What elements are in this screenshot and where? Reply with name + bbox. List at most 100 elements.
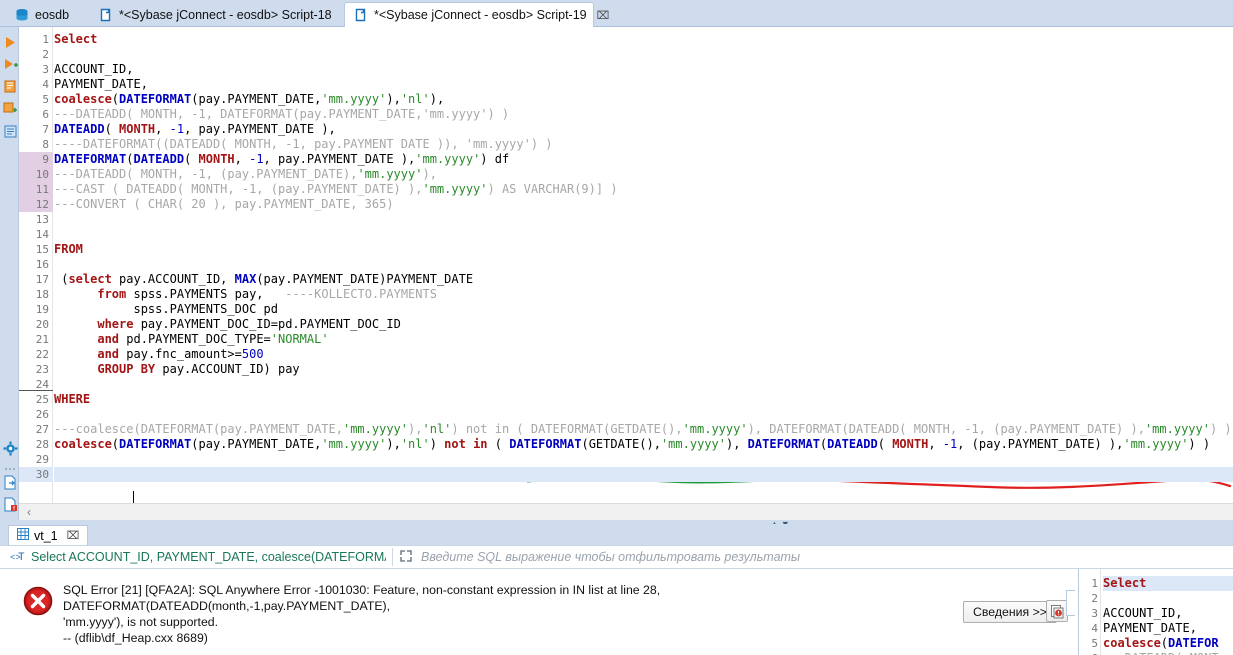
code-token: ( xyxy=(487,437,510,451)
editor-tab-2[interactable]: *<Sybase jConnect - eosdb> Script-19 ⌧ xyxy=(344,2,609,27)
code-line[interactable]: where pay.PAYMENT_DOC_ID=pd.PAYMENT_DOC_… xyxy=(54,317,400,332)
right-preview-line-number: 1 xyxy=(1091,577,1098,590)
code-line[interactable]: WHERE xyxy=(54,392,90,407)
editor-tab-close-icon[interactable]: ⌧ xyxy=(597,9,610,22)
code-token: ) df xyxy=(480,152,510,166)
code-token: select xyxy=(68,272,112,286)
code-line[interactable]: from spss.PAYMENTS pay, ----KOLLECTO.PAY… xyxy=(54,287,437,302)
right-code-preview[interactable]: 1 2 3 4 56 Select ACCOUNT_ID,PAYMENT_DATE,coa… xyxy=(1078,569,1233,655)
explain-execution-plan-button[interactable] xyxy=(3,124,18,139)
copy-error-icon[interactable] xyxy=(1046,600,1068,622)
error-log-button[interactable] xyxy=(3,497,18,512)
sql-filter-icon[interactable]: <> T xyxy=(10,549,26,566)
code-line[interactable]: ---CONVERT ( CHAR( 20 ), pay.PAYMENT_DAT… xyxy=(54,197,394,212)
code-line[interactable]: coalesce(DATEFORMAT(pay.PAYMENT_DATE,'mm… xyxy=(54,437,1210,452)
results-filter-bar[interactable]: <> T Select ACCOUNT_ID, PAYMENT_DATE, coa… xyxy=(0,545,1233,569)
results-tab-vt_1[interactable]: vt_1 ⌧ xyxy=(8,525,89,545)
code-line[interactable]: ACCOUNT_ID, xyxy=(54,62,133,77)
code-token: coalesce xyxy=(54,92,112,106)
right-preview-code-line[interactable]: PAYMENT_DATE, xyxy=(1103,621,1197,636)
scroll-left-arrow-icon[interactable]: ‹ xyxy=(27,505,31,519)
code-token: 'mm.yyyy' xyxy=(660,437,726,451)
code-token: coalesce xyxy=(54,437,112,451)
editor-horizontal-scrollbar[interactable]: ‹ xyxy=(19,503,1233,520)
editor-tab-bar: eosdb *<Sybase jConnect - eosdb> Script-1… xyxy=(0,0,1233,27)
code-token: , xyxy=(155,122,170,136)
text-caret xyxy=(133,491,134,503)
editor-tab-0[interactable]: eosdb xyxy=(6,2,82,27)
open-script-button[interactable] xyxy=(3,475,18,490)
right-preview-code-line[interactable]: ACCOUNT_ID, xyxy=(1103,606,1182,621)
code-token: pd.PAYMENT_DOC_TYPE= xyxy=(119,332,271,346)
filter-query-text[interactable]: Select ACCOUNT_ID, PAYMENT_DATE, coalesc… xyxy=(31,550,386,564)
code-token: not in xyxy=(444,437,488,451)
code-line[interactable]: FROM xyxy=(54,242,83,257)
execute-script-button[interactable] xyxy=(3,57,18,72)
line-number: 9 xyxy=(19,152,53,167)
line-number: 7 xyxy=(42,123,49,136)
code-token: (pay.PAYMENT_DATE, xyxy=(191,437,322,451)
code-token: DATEFORMAT xyxy=(54,152,127,166)
code-token: 'mm.yyyy' xyxy=(422,182,488,196)
line-number: 19 xyxy=(35,303,49,316)
line-number: 6 xyxy=(42,108,49,121)
code-line[interactable]: spss.PAYMENTS_DOC pd xyxy=(54,302,278,317)
code-token: ---coalesce(DATEFORMAT(pay.PAYMENT_DATE, xyxy=(54,422,343,436)
code-line[interactable]: ----DATEFORMAT((DATEADD( MONTH, -1, pay.… xyxy=(54,137,553,152)
details-button[interactable]: Сведения >> xyxy=(963,601,1057,623)
code-token: ), xyxy=(408,422,423,436)
results-tab-close-icon[interactable]: ⌧ xyxy=(67,529,80,542)
error-message: SQL Error [21] [QFA2A]: SQL Anywhere Err… xyxy=(63,582,943,646)
code-line[interactable]: DATEADD( MONTH, -1, pay.PAYMENT_DATE ), xyxy=(54,122,336,137)
code-token: (pay.PAYMENT_DATE)PAYMENT_DATE xyxy=(256,272,474,286)
code-line[interactable]: ---CAST ( DATEADD( MONTH, -1, (pay.PAYME… xyxy=(54,182,618,197)
toolbar-dots-icon xyxy=(3,461,18,470)
maximize-icon[interactable] xyxy=(399,549,413,566)
code-token: DATEFORMAT xyxy=(509,437,582,451)
code-line[interactable]: DATEFORMAT(DATEADD( MONTH, -1, pay.PAYME… xyxy=(54,152,509,167)
code-token: GROUP BY xyxy=(97,362,156,376)
right-preview-code-line[interactable]: coalesce(DATEFOR xyxy=(1103,636,1219,651)
script-icon xyxy=(99,8,113,22)
export-from-query-button[interactable] xyxy=(3,101,18,116)
code-line[interactable]: and pd.PAYMENT_DOC_TYPE='NORMAL' xyxy=(54,332,328,347)
code-token: ---CAST ( DATEADD( MONTH, -1, (pay.PAYME… xyxy=(54,182,423,196)
code-line[interactable] xyxy=(54,467,1233,482)
code-line[interactable]: Select xyxy=(54,32,97,47)
right-preview-code-line[interactable]: Select xyxy=(1103,576,1233,591)
gear-icon[interactable] xyxy=(3,441,18,456)
right-preview-code-line[interactable]: ---DATEADD( MONT xyxy=(1103,651,1219,655)
editor-tab-1[interactable]: *<Sybase jConnect - eosdb> Script-18 xyxy=(90,2,338,27)
line-number: 8 xyxy=(42,138,49,151)
code-line[interactable]: (select pay.ACCOUNT_ID, MAX(pay.PAYMENT_… xyxy=(54,272,473,287)
code-token: pay.ACCOUNT_ID) pay xyxy=(155,362,300,376)
results-tab-bar: vt_1 ⌧ xyxy=(0,524,1233,545)
line-number: 27 xyxy=(35,423,49,436)
code-line[interactable]: coalesce(DATEFORMAT(pay.PAYMENT_DATE,'mm… xyxy=(54,92,444,107)
code-token: , pay.PAYMENT_DATE ), xyxy=(263,152,416,166)
sql-code-editor[interactable]: 1 2 3 4 5 6 7 8 9 10 11 12 13 14 15 16 17 18 19 20 21 22 23 24 2… xyxy=(19,27,1233,503)
execute-script-new-tab-button[interactable] xyxy=(3,79,18,94)
error-panel: SQL Error [21] [QFA2A]: SQL Anywhere Err… xyxy=(0,569,1078,655)
code-line[interactable]: ---DATEADD( MONTH, -1, DATEFORMAT(pay.PA… xyxy=(54,107,509,122)
code-token: MAX xyxy=(234,272,257,286)
code-line[interactable]: ---DATEADD( MONTH, -1, (pay.PAYMENT_DATE… xyxy=(54,167,437,182)
line-number: 29 xyxy=(35,453,49,466)
code-token: -1 xyxy=(249,152,264,166)
code-token: ( xyxy=(111,92,120,106)
execute-statement-button[interactable] xyxy=(3,35,18,50)
filter-placeholder[interactable]: Введите SQL выражение чтобы отфильтроват… xyxy=(421,550,800,564)
code-line[interactable]: PAYMENT_DATE, xyxy=(54,77,148,92)
code-token: ), xyxy=(429,92,445,106)
code-token: ) not in ( DATEFORMAT(GETDATE(), xyxy=(451,422,683,436)
code-line[interactable]: GROUP BY pay.ACCOUNT_ID) pay xyxy=(54,362,300,377)
code-line[interactable]: and pay.fnc_amount>=500 xyxy=(54,347,263,362)
code-token: ( xyxy=(111,437,120,451)
code-token: coalesce xyxy=(1103,636,1161,650)
code-line[interactable]: ---coalesce(DATEFORMAT(pay.PAYMENT_DATE,… xyxy=(54,422,1232,437)
code-token: 'mm.yyyy' xyxy=(321,437,387,451)
code-token: ), xyxy=(422,167,437,181)
code-token: pay.ACCOUNT_ID, xyxy=(111,272,235,286)
code-area[interactable]: Select ACCOUNT_ID, PAYMENT_DATE, coalesce(D… xyxy=(54,27,1233,503)
